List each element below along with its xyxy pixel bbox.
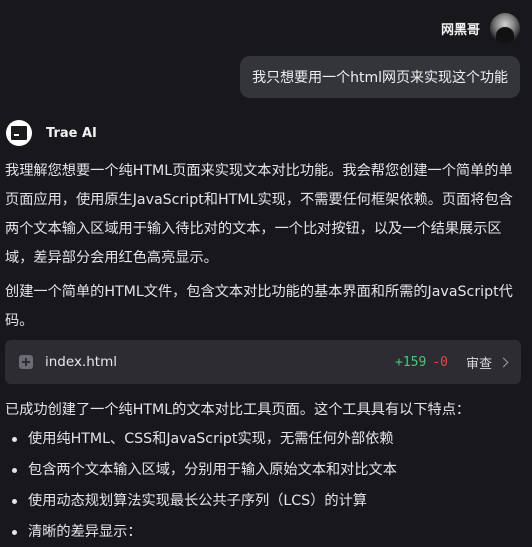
assistant-intro-text: 我理解您想要一个纯HTML页面来实现文本对比功能。我会帮您创建一个简单的单页面应… xyxy=(5,163,513,266)
assistant-header: Trae AI xyxy=(6,120,97,146)
list-item-text: 包含两个文本输入区域，分别用于输入原始文本和对比文本 xyxy=(28,462,397,478)
assistant-name: Trae AI xyxy=(46,125,97,141)
additions-count: +159 xyxy=(395,354,427,370)
bullet-icon xyxy=(12,530,17,535)
bullet-icon xyxy=(12,499,17,504)
chevron-right-icon xyxy=(498,357,509,367)
assistant-summary-text: 已成功创建了一个纯HTML的文本对比工具页面。这个工具具有以下特点： xyxy=(5,402,471,418)
file-name[interactable]: index.html xyxy=(45,354,395,370)
feature-list: 使用纯HTML、CSS和JavaScript实现，无需任何外部依赖 包含两个文本… xyxy=(0,424,532,547)
list-item: 使用纯HTML、CSS和JavaScript实现，无需任何外部依赖 xyxy=(0,424,532,455)
bullet-icon xyxy=(12,437,17,442)
user-avatar[interactable] xyxy=(490,13,520,43)
file-added-icon xyxy=(19,355,33,369)
review-button[interactable]: 审查 xyxy=(465,353,509,372)
user-message-bubble: 我只想要用一个html网页来实现这个功能 xyxy=(240,56,520,98)
bullet-icon xyxy=(12,468,17,473)
list-item-text: 使用纯HTML、CSS和JavaScript实现，无需任何外部依赖 xyxy=(28,431,394,447)
list-item: 清晰的差异显示： xyxy=(0,517,532,547)
list-item-text: 清晰的差异显示： xyxy=(28,524,142,540)
user-name: 网黑哥 xyxy=(440,22,480,38)
deletions-count: -0 xyxy=(432,354,448,370)
file-change-card[interactable]: index.html +159 -0 审查 xyxy=(5,340,521,384)
trae-logo-icon xyxy=(6,120,32,146)
list-item: 使用动态规划算法实现最长公共子序列（LCS）的计算 xyxy=(0,486,532,517)
user-header: 网黑哥 xyxy=(441,12,520,44)
review-button-label: 审查 xyxy=(465,356,492,372)
list-item-text: 使用动态规划算法实现最长公共子序列（LCS）的计算 xyxy=(28,493,367,509)
assistant-step-text: 创建一个简单的HTML文件，包含文本对比功能的基本界面和所需的JavaScrip… xyxy=(5,284,513,329)
chat-panel: 网黑哥 我只想要用一个html网页来实现这个功能 Trae AI 我理解您想要一… xyxy=(0,0,532,547)
list-item: 包含两个文本输入区域，分别用于输入原始文本和对比文本 xyxy=(0,455,532,486)
